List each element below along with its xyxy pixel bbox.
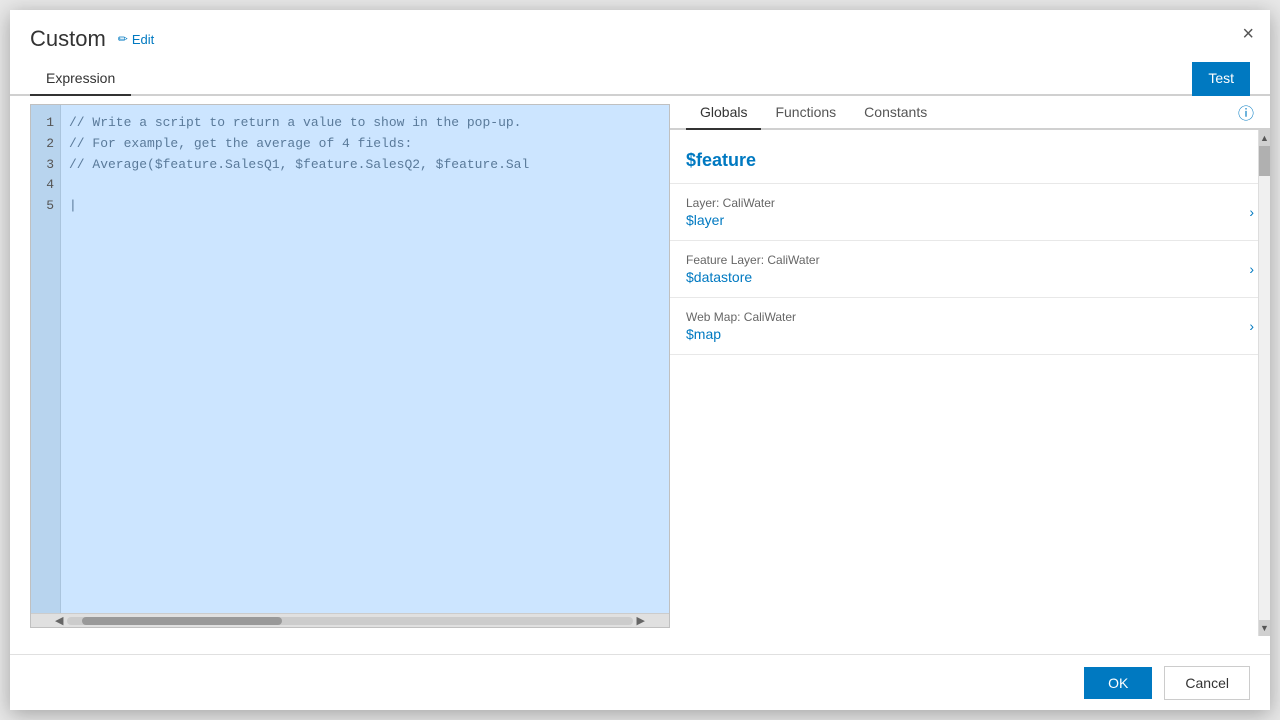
line-num-2: 2 xyxy=(37,134,54,155)
line-numbers: 1 2 3 4 5 xyxy=(31,105,61,613)
tab-globals[interactable]: Globals xyxy=(686,96,761,130)
vscroll-up-btn[interactable]: ▲ xyxy=(1259,130,1271,146)
close-button[interactable]: × xyxy=(1242,24,1254,44)
layer-value: $layer xyxy=(686,212,775,228)
h-scroll-thumb[interactable] xyxy=(82,617,282,625)
content-area: 1 2 3 4 5 // Write a script to return a … xyxy=(10,96,1270,636)
tab-functions[interactable]: Functions xyxy=(761,96,850,130)
globals-list: $feature Layer: CaliWater $layer › xyxy=(670,130,1270,363)
editor-pane: 1 2 3 4 5 // Write a script to return a … xyxy=(30,104,670,628)
tab-expression[interactable]: Expression xyxy=(30,62,131,96)
line-num-1: 1 xyxy=(37,113,54,134)
line-num-5: 5 xyxy=(37,196,54,217)
layer-label: Layer: CaliWater xyxy=(686,196,775,210)
right-pane: Globals Functions Constants ⓘ $feature xyxy=(670,96,1270,636)
map-label: Web Map: CaliWater xyxy=(686,310,796,324)
scroll-right-arrow[interactable]: ▶ xyxy=(633,614,649,627)
right-vertical-scrollbar[interactable]: ▲ ▼ xyxy=(1258,130,1270,636)
h-scroll-track[interactable] xyxy=(67,617,632,625)
datastore-chevron: › xyxy=(1249,261,1254,277)
vscroll-track[interactable] xyxy=(1259,146,1271,620)
map-value: $map xyxy=(686,326,796,342)
custom-dialog: Custom ✏ Edit × Expression Test 1 2 3 4 … xyxy=(10,10,1270,710)
ok-button[interactable]: OK xyxy=(1084,667,1152,699)
info-icon[interactable]: ⓘ xyxy=(1238,100,1254,124)
right-tabs: Globals Functions Constants ⓘ xyxy=(670,96,1270,130)
vscroll-thumb[interactable] xyxy=(1259,146,1271,176)
line-num-4: 4 xyxy=(37,175,54,196)
feature-value: $feature xyxy=(686,150,756,170)
edit-label: Edit xyxy=(132,32,154,47)
datastore-value: $datastore xyxy=(686,269,820,285)
globals-scroll-container[interactable]: $feature Layer: CaliWater $layer › xyxy=(670,130,1270,636)
line-num-3: 3 xyxy=(37,155,54,176)
globals-item-layer[interactable]: Layer: CaliWater $layer › xyxy=(670,184,1270,241)
map-chevron: › xyxy=(1249,318,1254,334)
layer-chevron: › xyxy=(1249,204,1254,220)
datastore-label: Feature Layer: CaliWater xyxy=(686,253,820,267)
cancel-button[interactable]: Cancel xyxy=(1164,666,1250,700)
edit-icon: ✏ xyxy=(118,32,128,46)
globals-item-feature[interactable]: $feature xyxy=(670,138,1270,184)
horizontal-scrollbar[interactable]: ◀ ▶ xyxy=(31,613,669,627)
dialog-header: Custom ✏ Edit × xyxy=(10,10,1270,62)
globals-item-datastore[interactable]: Feature Layer: CaliWater $datastore › xyxy=(670,241,1270,298)
code-editor[interactable]: 1 2 3 4 5 // Write a script to return a … xyxy=(31,105,669,613)
code-content[interactable]: // Write a script to return a value to s… xyxy=(61,105,669,613)
globals-item-map[interactable]: Web Map: CaliWater $map › xyxy=(670,298,1270,355)
vscroll-down-btn[interactable]: ▼ xyxy=(1259,620,1271,636)
tab-constants[interactable]: Constants xyxy=(850,96,941,130)
dialog-footer: OK Cancel xyxy=(10,654,1270,710)
edit-link[interactable]: ✏ Edit xyxy=(118,32,154,47)
scroll-left-arrow[interactable]: ◀ xyxy=(51,614,67,627)
test-button[interactable]: Test xyxy=(1192,62,1250,96)
dialog-title: Custom xyxy=(30,26,106,52)
top-tabs-bar: Expression Test xyxy=(10,62,1270,96)
cursor-line: | xyxy=(69,196,661,217)
